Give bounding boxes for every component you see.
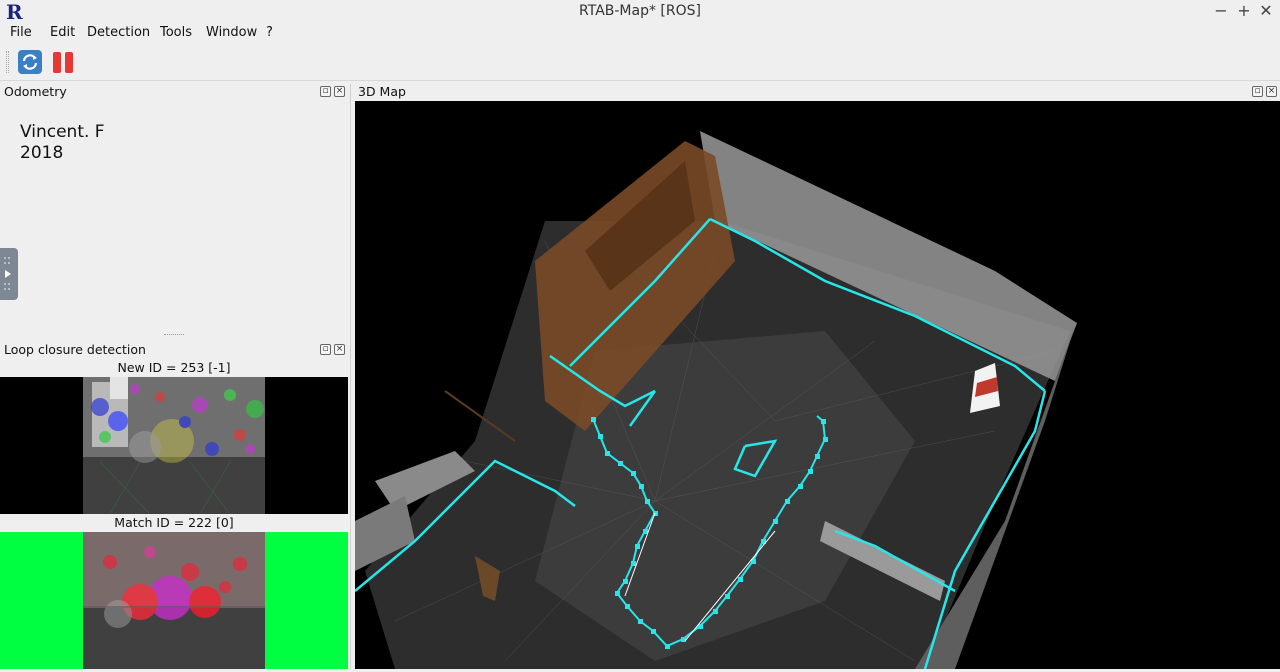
float-icon[interactable]: ▫ [1252,86,1263,97]
close-icon[interactable]: × [1266,86,1277,97]
map-title: 3D Map [358,84,406,99]
close-button[interactable]: ✕ [1256,1,1276,20]
new-id-label: New ID = 253 [-1] [117,360,231,375]
odometry-title: Odometry [4,84,67,99]
close-icon[interactable]: × [334,86,345,97]
title-bar: R RTAB-Map* [ROS] − + ✕ [0,0,1280,23]
loop-closure-title: Loop closure detection [4,342,146,357]
menu-help[interactable]: ? [266,25,273,40]
side-panel-handle[interactable] [0,248,18,300]
float-icon[interactable]: ▫ [320,86,331,97]
menu-file[interactable]: File [10,25,32,40]
new-image-view [0,377,348,515]
refresh-icon[interactable] [17,49,43,75]
menu-tools[interactable]: Tools [160,25,192,40]
maximize-button[interactable]: + [1234,1,1254,20]
dock-splitter[interactable] [164,334,184,337]
menu-edit[interactable]: Edit [50,25,75,40]
menu-detection[interactable]: Detection [87,25,150,40]
window-title: RTAB-Map* [ROS] [579,3,701,19]
close-icon[interactable]: × [334,344,345,355]
pause-icon[interactable] [50,49,76,75]
toolbar-grip[interactable] [6,51,9,73]
odometry-text: Vincent. F 2018 [20,122,105,164]
map-3d-view[interactable] [355,101,1280,669]
vertical-splitter[interactable] [350,84,353,669]
match-image-view [0,532,348,669]
odometry-line-2: 2018 [20,143,64,163]
menu-window[interactable]: Window [206,25,257,40]
odometry-line-1: Vincent. F [20,122,105,142]
match-id-label: Match ID = 222 [0] [114,515,234,530]
float-icon[interactable]: ▫ [320,344,331,355]
minimize-button[interactable]: − [1211,1,1231,20]
menu-bar: File Edit Detection Tools Window ? [0,23,1280,43]
toolbar [0,43,1280,81]
